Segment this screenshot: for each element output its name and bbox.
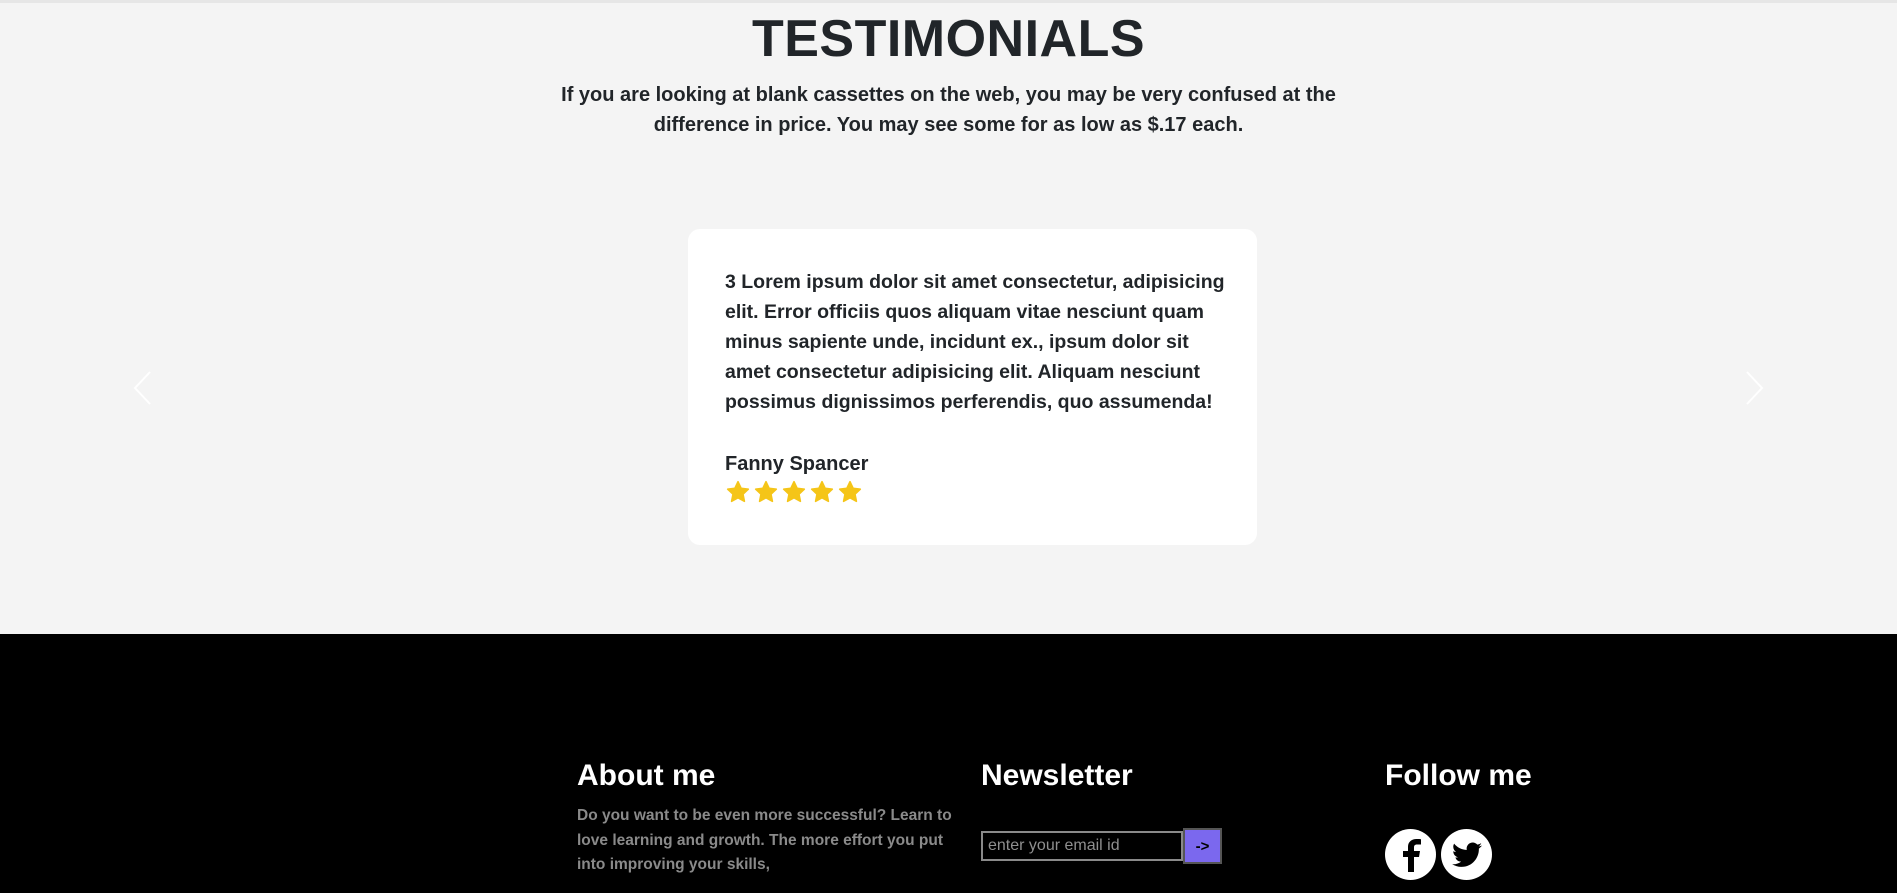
star-icon — [726, 480, 750, 503]
footer-about: About me Do you want to be even more suc… — [577, 758, 957, 878]
follow-heading: Follow me — [1385, 759, 1532, 792]
social-links — [1385, 829, 1492, 880]
star-icon — [810, 480, 834, 503]
twitter-link[interactable] — [1441, 829, 1492, 880]
twitter-icon — [1451, 842, 1482, 867]
footer-follow: Follow me — [1385, 758, 1685, 880]
section-subtitle: If you are looking at blank cassettes on… — [561, 84, 1336, 136]
about-text: Do you want to be even more successful? … — [577, 807, 952, 873]
newsletter-heading: Newsletter — [981, 759, 1133, 792]
star-icon — [754, 480, 778, 503]
testimonial-author: Fanny Spancer — [725, 453, 869, 475]
section-title: TESTIMONIALS — [751, 10, 1146, 68]
facebook-icon — [1402, 838, 1421, 872]
testimonial-quote: 3 Lorem ipsum dolor sit amet consectetur… — [725, 271, 1225, 413]
testimonials-section: TESTIMONIALS If you are looking at blank… — [0, 3, 1897, 634]
facebook-link[interactable] — [1385, 829, 1436, 880]
chevron-left-icon — [133, 371, 151, 405]
email-input[interactable] — [981, 831, 1183, 861]
footer: About me Do you want to be even more suc… — [0, 634, 1897, 893]
chevron-right-icon — [1746, 371, 1764, 405]
carousel-prev-button[interactable] — [128, 368, 156, 408]
page: TESTIMONIALS If you are looking at blank… — [0, 0, 1897, 893]
star-icon — [782, 480, 806, 503]
footer-newsletter: Newsletter -> — [981, 758, 1281, 864]
about-heading: About me — [577, 759, 716, 792]
testimonial-card: 3 Lorem ipsum dolor sit amet consectetur… — [688, 229, 1257, 545]
newsletter-submit-button[interactable]: -> — [1183, 828, 1222, 864]
star-icon — [838, 480, 862, 503]
newsletter-form: -> — [981, 828, 1222, 864]
star-rating — [725, 479, 863, 505]
carousel-next-button[interactable] — [1741, 368, 1769, 408]
